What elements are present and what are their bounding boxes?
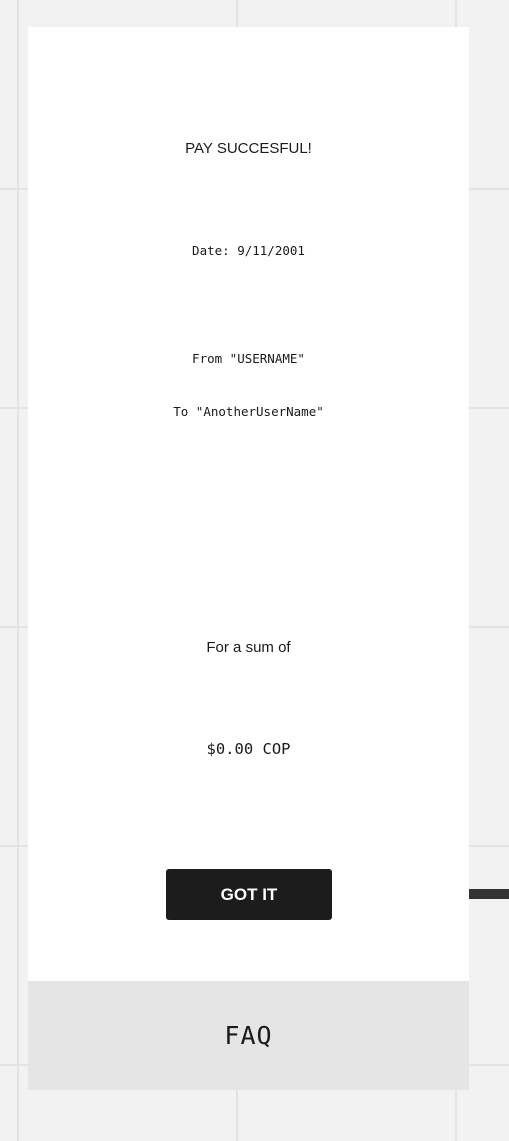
payment-sender: From "USERNAME" — [192, 351, 305, 366]
payment-recipient: To "AnotherUserName" — [173, 404, 324, 419]
receipt-card: PAY SUCCESFUL! Date: 9/11/2001 From "USE… — [28, 27, 469, 981]
faq-label: FAQ — [224, 1021, 273, 1050]
got-it-button[interactable]: GOT IT — [166, 869, 332, 920]
payment-status-title: PAY SUCCESFUL! — [185, 140, 312, 157]
sum-label: For a sum of — [206, 639, 291, 656]
faq-button[interactable]: FAQ — [28, 981, 469, 1090]
payment-amount: $0.00 COP — [206, 740, 291, 758]
payment-date: Date: 9/11/2001 — [192, 243, 305, 258]
